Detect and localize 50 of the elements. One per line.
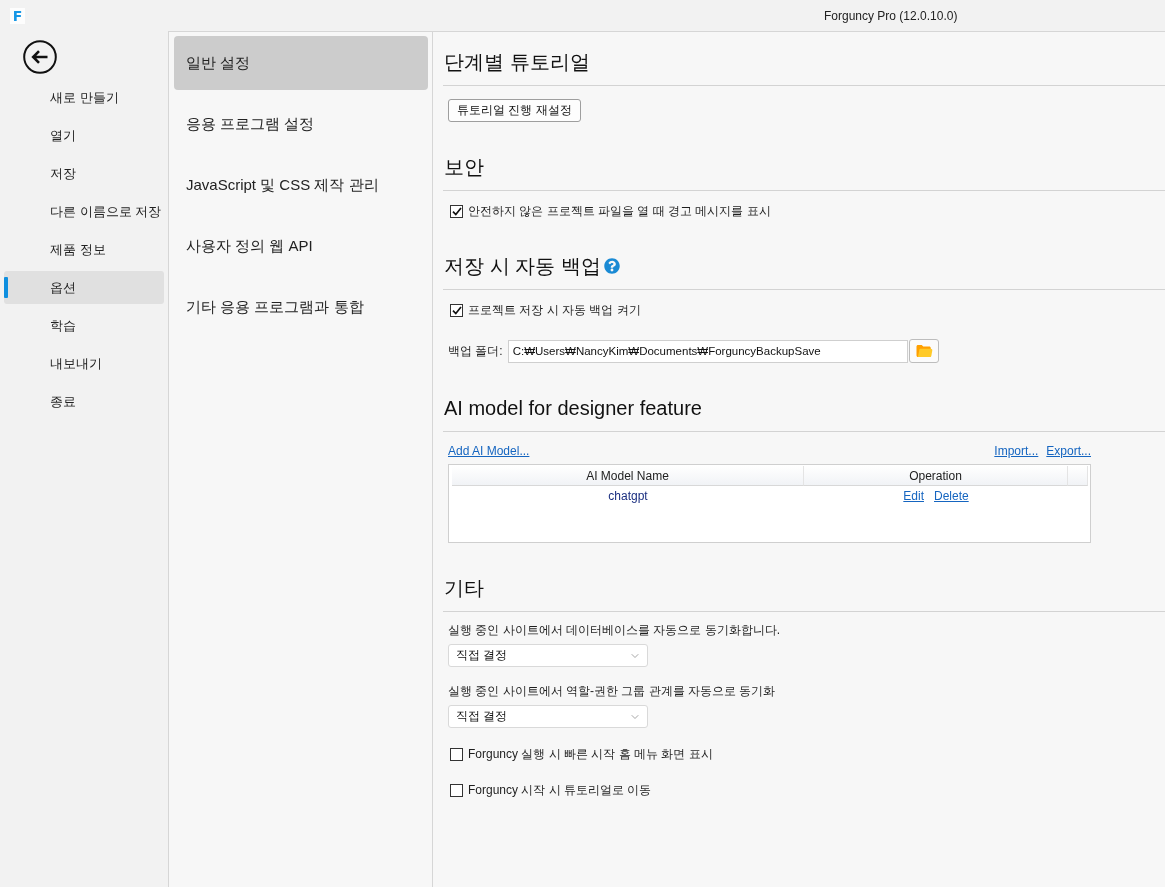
- nav-item[interactable]: 종료: [4, 385, 164, 418]
- checkmark-icon: [451, 206, 462, 216]
- checkbox[interactable]: [450, 204, 463, 218]
- category-item[interactable]: 기타 응용 프로그램과 통합: [174, 280, 428, 334]
- edit-link[interactable]: Edit: [903, 489, 924, 503]
- category-item[interactable]: JavaScript 및 CSS 제작 관리: [174, 158, 428, 212]
- nav-item[interactable]: 옵션: [4, 271, 164, 304]
- nav-item[interactable]: 열기: [4, 119, 164, 152]
- category-item[interactable]: 사용자 정의 웹 API: [174, 219, 428, 273]
- app-logo: F: [10, 8, 25, 24]
- section-heading: AI model for designer feature: [444, 396, 702, 421]
- checkbox[interactable]: [450, 747, 463, 761]
- field-label: 실행 중인 사이트에서 역할-권한 그룹 관계를 자동으로 동기화: [448, 683, 776, 699]
- checkbox-label: 안전하지 않은 프로젝트 파일을 열 때 경고 메시지를 표시: [468, 203, 771, 219]
- table-cell-text: chatgpt: [607, 488, 649, 505]
- category-item[interactable]: 일반 설정: [174, 36, 428, 90]
- checkbox-label: Forguncy 시작 시 튜토리얼로 이동: [468, 782, 652, 798]
- field-label: 실행 중인 사이트에서 데이터베이스를 자동으로 동기화합니다.: [448, 622, 780, 638]
- checkbox-label: 프로젝트 저장 시 자동 백업 켜기: [468, 302, 641, 318]
- column-header: AI Model Name: [452, 466, 804, 486]
- folder-icon: [914, 342, 933, 360]
- section-heading: 보안: [444, 155, 484, 180]
- dropdown[interactable]: 직접 결정: [448, 705, 648, 728]
- delete-link[interactable]: Delete: [934, 489, 969, 503]
- import-link[interactable]: Import...: [994, 444, 1039, 458]
- category-item[interactable]: 응용 프로그램 설정: [174, 97, 428, 151]
- nav-item[interactable]: 학습: [4, 309, 164, 342]
- column-header: Operation: [804, 466, 1068, 486]
- section-heading: 기타: [444, 576, 484, 601]
- checkbox[interactable]: [450, 783, 463, 797]
- nav-item[interactable]: 다른 이름으로 저장: [4, 195, 164, 228]
- section-heading: 단계별 튜토리얼: [444, 50, 590, 75]
- checkmark-icon: [451, 305, 462, 315]
- nav-item[interactable]: 새로 만들기: [4, 81, 164, 114]
- nav-item[interactable]: 저장: [4, 157, 164, 190]
- path-field[interactable]: C:₩Users₩NancyKim₩Documents₩ForguncyBackupSave: [507, 339, 908, 363]
- arrow-left-icon: [23, 40, 57, 74]
- reset-button[interactable]: 튜토리얼 진행 재설정: [448, 99, 581, 122]
- export-link[interactable]: Export...: [1046, 444, 1091, 458]
- help-icon[interactable]: [603, 258, 620, 274]
- section-heading: 저장 시 자동 백업: [444, 254, 601, 279]
- window-title: Forguncy Pro (12.0.10.0): [824, 8, 958, 23]
- add-model-link[interactable]: Add AI Model...: [448, 444, 530, 458]
- checkbox[interactable]: [450, 303, 463, 317]
- checkbox-label: Forguncy 실행 시 빠른 시작 홈 메뉴 화면 표시: [468, 746, 713, 762]
- dropdown[interactable]: 직접 결정: [448, 644, 648, 667]
- field-label: 백업 폴더:: [448, 343, 503, 359]
- nav-item[interactable]: 제품 정보: [4, 233, 164, 266]
- nav-item[interactable]: 내보내기: [4, 347, 164, 380]
- back-button[interactable]: [23, 40, 57, 74]
